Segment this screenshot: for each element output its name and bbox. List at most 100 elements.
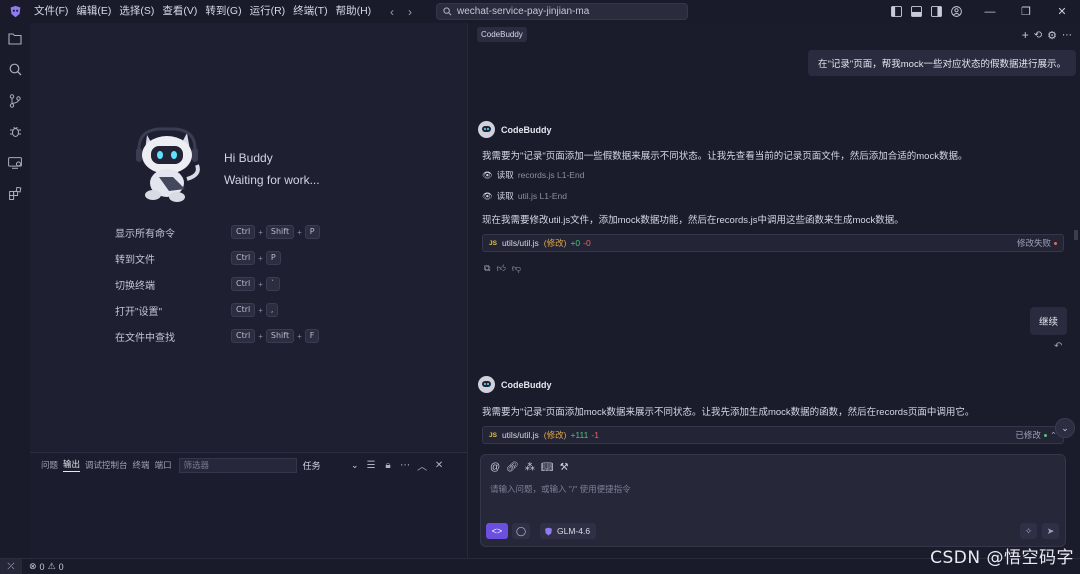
forward-arrow-icon[interactable]: › (408, 5, 412, 19)
scroll-to-bottom-button[interactable]: ⌄ (1055, 418, 1075, 438)
title-bar: 文件(F) 编辑(E) 选择(S) 查看(V) 转到(G) 运行(R) 终端(T… (0, 0, 1080, 23)
menu-go[interactable]: 转到(G) (201, 0, 245, 23)
close-icon[interactable]: ✕ (1044, 0, 1080, 23)
file-change-card[interactable]: JS utils/util.js (修改) +111 -1 已修改 ⌃ (482, 426, 1064, 444)
tab-problems[interactable]: 问题 (41, 459, 58, 472)
shortcut-label: 在文件中查找 (115, 332, 175, 344)
warning-icon: ⚠ (47, 561, 56, 571)
chevron-down-icon: ⌄ (351, 459, 359, 470)
thumbs-up-icon[interactable]: 👍︎ (496, 263, 505, 274)
key-cap: Shift (265, 225, 295, 239)
toggle-sidebar-icon[interactable] (888, 0, 904, 23)
maximize-panel-icon[interactable]: ︿ (416, 458, 429, 473)
key-cap: Ctrl (231, 225, 256, 239)
key-cap: Ctrl (231, 303, 256, 317)
js-file-icon: JS (489, 239, 497, 247)
bot-header: CodeBuddy (478, 121, 552, 138)
change-status: 修改失败 (1016, 238, 1051, 248)
tab-output[interactable]: 输出 (63, 458, 81, 472)
mention-icon[interactable]: @ (490, 462, 500, 473)
problems-counter[interactable]: ⊗ 0 ⚠ 0 (29, 561, 64, 572)
shortcut-label: 显示所有命令 (115, 228, 175, 240)
history-icon[interactable]: ⟲ (1034, 30, 1042, 41)
output-filter-input[interactable]: 筛选器 (178, 457, 297, 473)
menu-edit[interactable]: 编辑(E) (72, 0, 115, 23)
debug-icon[interactable] (0, 116, 30, 147)
menu-view[interactable]: 查看(V) (158, 0, 201, 23)
app-logo-icon (0, 0, 30, 23)
menu-selection[interactable]: 选择(S) (115, 0, 158, 23)
more-icon[interactable]: ⋯ (1062, 30, 1072, 41)
sparkle-icon[interactable]: ✧ (1020, 523, 1037, 539)
chat-mode-button[interactable]: ◯ (512, 523, 530, 539)
shortcut-row[interactable]: 切换终端 Ctrl + ` (115, 271, 320, 297)
maximize-icon[interactable]: ❐ (1008, 0, 1044, 23)
bot-header: CodeBuddy (478, 376, 552, 393)
list-icon[interactable]: ☰ (365, 460, 378, 471)
chat-input-box[interactable]: @ 🔗︎ ⁂ 📖︎ ⚒ 请输入问题，或输入 "/" 使用便捷指令 <> ◯ GL… (480, 454, 1066, 547)
key-cap: , (265, 303, 279, 317)
bot-message: 我需要为"记录"页面添加mock数据来展示不同状态。让我先添加生成mock数据的… (482, 407, 975, 418)
new-chat-icon[interactable]: + (1022, 28, 1029, 42)
settings-gear-icon[interactable]: ⚙ (1047, 29, 1057, 42)
shortcut-row[interactable]: 打开"设置" Ctrl +, (115, 297, 320, 323)
menu-help[interactable]: 帮助(H) (332, 0, 376, 23)
lock-icon[interactable]: 🔒︎ (382, 460, 395, 471)
file-change-card[interactable]: JS utils/util.js (修改) +0 -0 修改失败 (482, 234, 1064, 252)
tab-terminal[interactable]: 终端 (133, 459, 150, 472)
tab-ports[interactable]: 端口 (155, 459, 172, 472)
key-cap: F (304, 329, 320, 343)
status-dot (1043, 433, 1047, 437)
toggle-secondary-sidebar-icon[interactable] (928, 0, 944, 23)
send-icon[interactable]: ➤ (1042, 523, 1059, 539)
copy-icon[interactable]: ⧉ (484, 263, 490, 274)
more-icon[interactable]: ⋯ (399, 460, 412, 471)
shortcut-row[interactable]: 在文件中查找 Ctrl + Shift + F (115, 323, 320, 349)
book-icon[interactable]: 📖︎ (541, 462, 554, 473)
extensions-icon[interactable] (0, 178, 30, 209)
remote-indicator-icon[interactable]: ⤫ (0, 558, 22, 574)
codebuddy-mascot-icon (125, 121, 211, 210)
key-cap: Shift (265, 329, 295, 343)
rules-icon[interactable]: ⁂ (525, 462, 535, 473)
shortcut-label: 转到文件 (115, 254, 155, 266)
account-icon[interactable] (948, 0, 964, 23)
command-center-search[interactable]: wechat-service-pay-jinjian-ma (436, 3, 688, 20)
task-select-value: 任务 (302, 460, 321, 471)
menu-terminal[interactable]: 终端(T) (289, 0, 331, 23)
error-icon: ⊗ (29, 561, 37, 571)
tab-debug-console[interactable]: 调试控制台 (85, 459, 128, 472)
change-status: 已修改 (1015, 430, 1041, 440)
undo-icon[interactable]: ↶ (1054, 341, 1062, 352)
watermark: CSDN @悟空码字 (930, 548, 1074, 568)
shortcut-row[interactable]: 转到文件 Ctrl + P (115, 245, 320, 271)
task-select[interactable]: 任务 ⌄ (301, 458, 361, 473)
search-value: wechat-service-pay-jinjian-ma (457, 6, 590, 17)
link-icon[interactable]: 🔗︎ (506, 462, 519, 473)
minimize-icon[interactable]: — (972, 0, 1008, 23)
remote-explorer-icon[interactable] (0, 147, 30, 178)
bot-name: CodeBuddy (501, 379, 552, 390)
thumbs-down-icon[interactable]: 👎︎ (512, 263, 521, 274)
toggle-panel-icon[interactable] (908, 0, 924, 23)
bot-message: 我需要为"记录"页面添加一些假数据来展示不同状态。让我先查看当前的记录页面文件，… (482, 151, 968, 162)
code-mode-button[interactable]: <> (486, 523, 508, 539)
shortcut-row[interactable]: 显示所有命令 Ctrl + Shift + P (115, 219, 320, 245)
close-panel-icon[interactable]: ✕ (433, 460, 446, 471)
tools-icon[interactable]: ⚒ (560, 462, 569, 473)
menu-run[interactable]: 运行(R) (246, 0, 290, 23)
key-cap: P (265, 251, 281, 265)
shortcut-list: 显示所有命令 Ctrl + Shift + P 转到文件 Ctrl + P 切换终端 Ctr… (115, 219, 320, 349)
chat-tab[interactable]: CodeBuddy (477, 27, 527, 42)
read-file-line[interactable]: 👁︎ 读取 records.js L1-End (482, 169, 584, 181)
source-control-icon[interactable] (0, 85, 30, 116)
menu-file[interactable]: 文件(F) (30, 0, 72, 23)
key-cap: ` (265, 277, 280, 291)
back-arrow-icon[interactable]: ‹ (390, 5, 394, 19)
status-dot (1054, 241, 1057, 245)
search-activity-icon[interactable] (0, 54, 30, 85)
read-file-line[interactable]: 👁︎ 读取 util.js L1-End (482, 190, 567, 202)
chat-scrollbar[interactable] (1074, 230, 1078, 240)
explorer-icon[interactable] (0, 23, 30, 54)
model-selector[interactable]: GLM-4.6 (540, 523, 597, 539)
